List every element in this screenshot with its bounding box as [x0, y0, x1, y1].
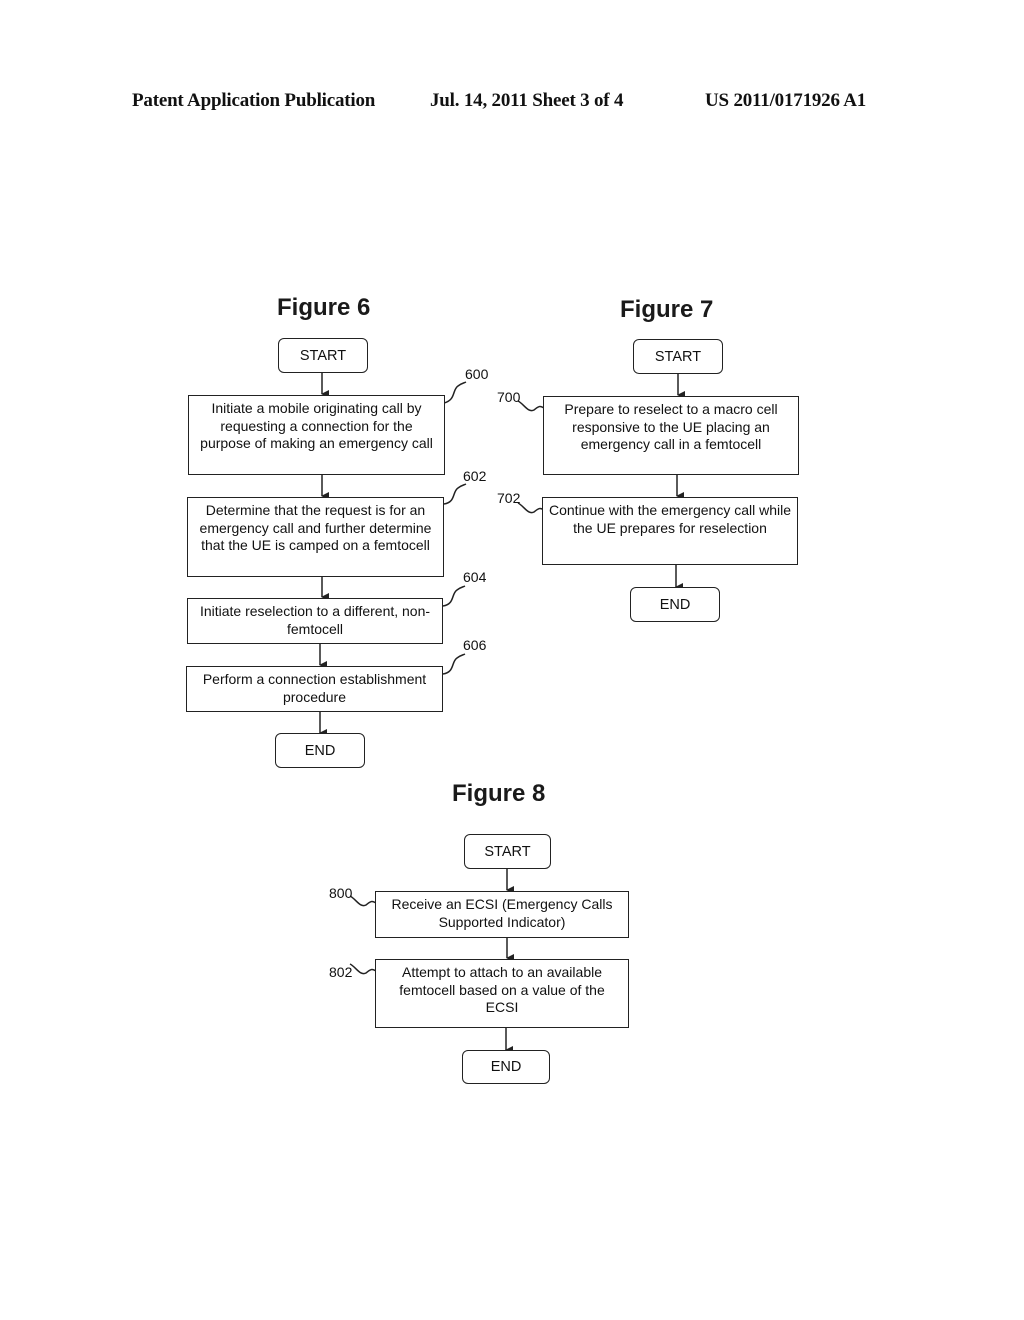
ref-leader-800 — [349, 895, 379, 907]
figure-6-title: Figure 6 — [277, 294, 371, 321]
date-sheet-label: Jul. 14, 2011 Sheet 3 of 4 — [430, 90, 624, 111]
fig6-step-602: Determine that the request is for an eme… — [187, 497, 444, 577]
ref-leader-600 — [443, 381, 467, 404]
ref-leader-604 — [442, 585, 466, 607]
fig8-step-800-text: Receive an ECSI (Emergency Calls Support… — [391, 896, 613, 930]
fig7-end-terminal: END — [630, 587, 720, 622]
fig7-step-702: Continue with the emergency call while t… — [542, 497, 798, 565]
fig6-end-terminal: END — [275, 733, 365, 768]
fig7-start-terminal: START — [633, 339, 723, 374]
fig7-step-700: Prepare to reselect to a macro cell resp… — [543, 396, 799, 475]
fig6-step-606: Perform a connection establishment proce… — [186, 666, 443, 712]
publication-label: Patent Application Publication — [132, 90, 376, 111]
ref-leader-802 — [349, 963, 379, 975]
fig6-step-606-text: Perform a connection establishment proce… — [202, 671, 427, 705]
ref-leader-602 — [443, 483, 467, 505]
ref-802: 802 — [329, 964, 353, 980]
ref-602: 602 — [463, 468, 487, 484]
fig6-step-604-text: Initiate reselection to a different, non… — [199, 603, 431, 637]
fig8-step-802-text: Attempt to attach to an available femtoc… — [399, 964, 605, 1015]
fig8-start-terminal: START — [464, 834, 551, 869]
fig6-step-604: Initiate reselection to a different, non… — [187, 598, 443, 644]
fig8-end-terminal: END — [462, 1050, 550, 1084]
ref-604: 604 — [463, 569, 487, 585]
fig7-step-702-text: Continue with the emergency call while t… — [549, 502, 792, 536]
ref-leader-606 — [442, 653, 466, 675]
ref-800: 800 — [329, 885, 353, 901]
fig8-step-802: Attempt to attach to an available femtoc… — [375, 959, 629, 1028]
fig6-step-602-text: Determine that the request is for an eme… — [199, 502, 432, 553]
flowchart-connectors — [319, 373, 685, 1054]
figure-8-title: Figure 8 — [452, 780, 546, 807]
fig6-step-600: Initiate a mobile originating call by re… — [188, 395, 445, 475]
ref-606: 606 — [463, 637, 487, 653]
fig7-step-700-text: Prepare to reselect to a macro cell resp… — [564, 401, 778, 452]
fig6-start-terminal: START — [278, 338, 368, 373]
ref-leader-700 — [517, 400, 547, 412]
ref-600: 600 — [465, 366, 489, 382]
ref-700: 700 — [497, 389, 521, 405]
ref-702: 702 — [497, 490, 521, 506]
patent-number: US 2011/0171926 A1 — [705, 90, 867, 111]
fig8-step-800: Receive an ECSI (Emergency Calls Support… — [375, 891, 629, 938]
figure-7-title: Figure 7 — [620, 296, 714, 323]
fig6-step-600-text: Initiate a mobile originating call by re… — [200, 400, 433, 451]
